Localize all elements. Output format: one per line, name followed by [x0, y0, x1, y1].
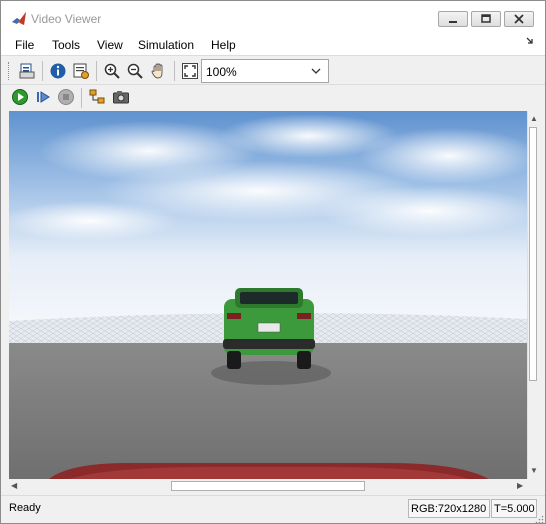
matlab-logo-icon: [11, 11, 27, 27]
menu-view[interactable]: View: [97, 38, 123, 52]
minimize-button[interactable]: [438, 11, 468, 27]
scroll-up-icon[interactable]: ▲: [530, 114, 538, 124]
snapshot-icon[interactable]: [111, 87, 131, 107]
overflow-arrow-icon[interactable]: [526, 37, 534, 47]
zoom-in-icon[interactable]: [102, 61, 122, 81]
status-bar: Ready RGB:720x1280 T=5.000: [1, 495, 545, 523]
toolbar-grip[interactable]: [8, 62, 10, 80]
scroll-corner: [527, 479, 539, 493]
scroll-left-icon[interactable]: ◀: [11, 481, 17, 491]
status-text: Ready: [9, 502, 41, 514]
menu-simulation[interactable]: Simulation: [138, 38, 194, 52]
minimize-icon: [449, 21, 457, 23]
maximize-icon: [481, 14, 491, 23]
status-time: T=5.000: [491, 499, 537, 518]
info-icon[interactable]: [48, 61, 68, 81]
window-title: Video Viewer: [31, 12, 102, 26]
resize-grip-icon[interactable]: [535, 513, 544, 524]
video-display[interactable]: [9, 111, 527, 479]
toolbar-separator: [81, 88, 82, 108]
menu-help[interactable]: Help: [211, 38, 236, 52]
properties-icon[interactable]: [71, 61, 91, 81]
highlight-block-icon[interactable]: [87, 87, 107, 107]
toolbar-separator: [174, 61, 175, 81]
zoom-out-icon[interactable]: [125, 61, 145, 81]
pan-hand-icon[interactable]: [149, 61, 169, 81]
title-bar[interactable]: Video Viewer: [1, 1, 545, 34]
menu-tools[interactable]: Tools: [52, 38, 80, 52]
zoom-dropdown[interactable]: 100%: [201, 59, 329, 83]
menu-file[interactable]: File: [15, 38, 34, 52]
stop-icon[interactable]: [56, 87, 76, 107]
step-forward-icon[interactable]: [33, 87, 53, 107]
video-viewer-window: Video Viewer File Tools View Simulation …: [0, 0, 546, 524]
menu-bar: File Tools View Simulation Help: [1, 34, 545, 56]
maximize-button[interactable]: [471, 11, 501, 27]
close-icon: [514, 14, 524, 24]
horizontal-scroll-thumb[interactable]: [171, 481, 365, 491]
simulation-toolbar: [1, 86, 545, 110]
fit-to-window-icon[interactable]: [180, 61, 200, 81]
toolbar-separator: [42, 61, 43, 81]
print-icon[interactable]: [17, 61, 37, 81]
status-resolution: RGB:720x1280: [408, 499, 490, 518]
toolbar-separator: [96, 61, 97, 81]
scroll-down-icon[interactable]: ▼: [530, 466, 538, 476]
close-button[interactable]: [504, 11, 534, 27]
vertical-scroll-thumb[interactable]: [529, 127, 537, 381]
chevron-down-icon: [310, 65, 322, 80]
video-frame: [9, 111, 527, 479]
scroll-right-icon[interactable]: ▶: [517, 481, 523, 491]
zoom-value: 100%: [206, 65, 237, 79]
run-icon[interactable]: [10, 87, 30, 107]
